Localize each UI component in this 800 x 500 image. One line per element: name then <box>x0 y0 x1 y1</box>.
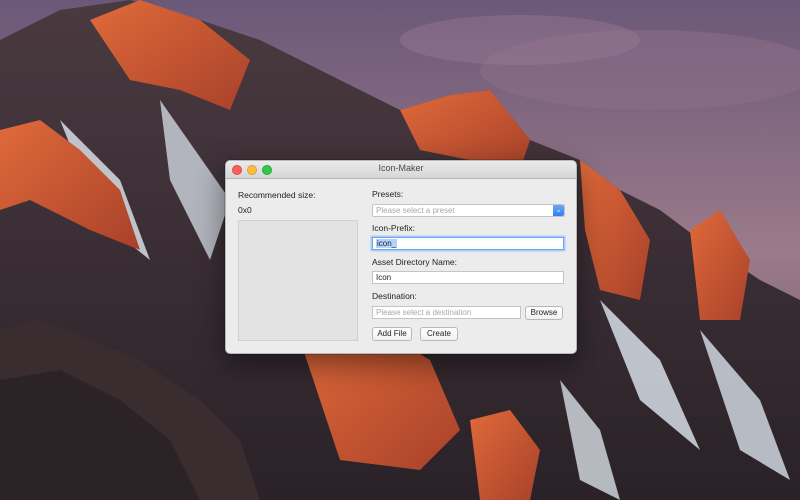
asset-directory-value: Icon <box>376 273 392 282</box>
window-title: Icon-Maker <box>378 163 424 173</box>
presets-label: Presets: <box>372 189 404 199</box>
asset-directory-input[interactable]: Icon <box>372 271 564 284</box>
presets-select-text: Please select a preset <box>376 206 455 215</box>
recommended-size-value: 0x0 <box>238 205 252 215</box>
create-button[interactable]: Create <box>420 327 458 341</box>
icon-maker-window: Icon-Maker Recommended size: 0x0 Presets… <box>225 160 577 354</box>
title-bar[interactable]: Icon-Maker <box>226 161 576 179</box>
icon-prefix-label: Icon-Prefix: <box>372 223 415 233</box>
icon-prefix-input[interactable]: icon_ <box>372 237 564 250</box>
destination-placeholder: Please select a destination <box>376 308 472 317</box>
asset-directory-label: Asset Directory Name: <box>372 257 458 267</box>
browse-button[interactable]: Browse <box>525 306 563 320</box>
destination-input[interactable]: Please select a destination <box>372 306 521 319</box>
presets-select[interactable]: Please select a preset ⌄ <box>372 204 565 217</box>
icon-preview-area[interactable] <box>238 220 358 341</box>
recommended-size-label: Recommended size: <box>238 190 316 200</box>
icon-prefix-value: icon_ <box>376 239 398 248</box>
add-file-button[interactable]: Add File <box>372 327 412 341</box>
destination-label: Destination: <box>372 291 417 301</box>
chevron-down-icon[interactable]: ⌄ <box>553 205 564 216</box>
